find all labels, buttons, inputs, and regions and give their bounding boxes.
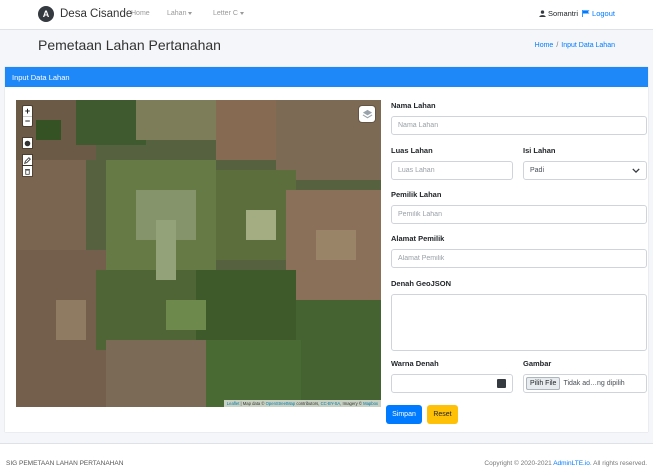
nav-link-home[interactable]: Home <box>131 10 150 17</box>
draw-marker-button[interactable] <box>23 138 32 148</box>
nav-link-lahan-label: Lahan <box>167 10 187 17</box>
map-attribution: Leaflet | Map data © OpenStreetMap contr… <box>223 400 381 407</box>
user-icon <box>539 10 546 17</box>
nama-lahan-label: Nama Lahan <box>391 101 436 110</box>
flag-icon <box>582 10 590 17</box>
edit-layers-button[interactable] <box>23 155 32 165</box>
layers-control[interactable] <box>359 106 375 122</box>
attribution-text: contributors, <box>295 401 321 406</box>
zoom-control: + − <box>23 106 32 126</box>
breadcrumb-active: Input Data Lahan <box>561 42 615 49</box>
nav-link-letter-c[interactable]: Letter C <box>213 10 244 17</box>
attribution-text: | Map data © <box>239 401 266 406</box>
leaflet-link[interactable]: Leaflet <box>227 401 240 406</box>
attribution-text: , Imagery © <box>340 401 364 406</box>
chevron-down-icon <box>239 11 244 15</box>
footer-copyright: Copyright © 2020-2021 AdminLTE.io. All r… <box>484 460 647 467</box>
simpan-button[interactable]: Simpan <box>386 405 422 424</box>
circle-marker-icon <box>24 140 31 146</box>
gambar-file-input[interactable]: Pilih File Tidak ad…ng dipilih <box>523 374 647 393</box>
copyright-suffix: . All rights reserved. <box>589 460 647 467</box>
copyright-prefix: Copyright © 2020-2021 <box>484 460 554 467</box>
luas-lahan-label: Luas Lahan <box>391 146 433 155</box>
denah-geojson-label: Denah GeoJSON <box>391 279 452 288</box>
top-navbar: A Desa Cisande Home Lahan Letter C Soman… <box>0 0 653 30</box>
isi-lahan-value: Padi <box>530 167 545 174</box>
reset-button[interactable]: Reset <box>427 405 458 424</box>
warna-denah-color-picker[interactable] <box>391 374 513 393</box>
card-header: Input Data Lahan <box>5 67 648 87</box>
input-card: Input Data Lahan + − Leaflet | Map data … <box>5 67 648 432</box>
choose-file-button[interactable]: Pilih File <box>526 377 561 390</box>
chevron-down-icon <box>632 168 640 173</box>
osm-link[interactable]: OpenStreetMap <box>266 401 296 406</box>
mapbox-link[interactable]: Mapbox <box>363 401 378 406</box>
pemilik-lahan-label: Pemilik Lahan <box>391 190 442 199</box>
brand-logo-icon: A <box>38 6 54 22</box>
license-link[interactable]: CC-BY-SA <box>321 401 341 406</box>
logout-label: Logout <box>592 9 615 18</box>
logout-link[interactable]: Logout <box>582 9 615 18</box>
brand-name: Desa Cisande <box>60 8 133 20</box>
layers-icon <box>362 109 372 118</box>
luas-lahan-input[interactable] <box>391 161 513 180</box>
alamat-pemilik-input[interactable] <box>391 249 647 268</box>
nav-link-letter-c-label: Letter C <box>213 10 238 17</box>
file-status: Tidak ad…ng dipilih <box>563 380 625 387</box>
breadcrumb-separator: / <box>556 42 559 49</box>
denah-geojson-textarea[interactable] <box>391 294 647 351</box>
page-title: Pemetaan Lahan Pertanahan <box>38 37 221 53</box>
nav-link-lahan[interactable]: Lahan <box>167 10 193 17</box>
user-name[interactable]: Somantri <box>548 9 578 18</box>
brand[interactable]: A Desa Cisande <box>38 6 132 22</box>
card-title: Input Data Lahan <box>12 72 70 82</box>
breadcrumb: Home / Input Data Lahan <box>535 42 615 49</box>
trash-icon <box>25 168 30 175</box>
footer: SIG PEMETAAN LAHAN PERTANAHAN Copyright … <box>0 443 653 472</box>
adminlte-link[interactable]: AdminLTE.io <box>553 460 590 467</box>
edit-icon <box>24 156 31 164</box>
breadcrumb-home[interactable]: Home <box>535 42 554 49</box>
user-area: Somantri Logout <box>539 9 615 18</box>
warna-denah-label: Warna Denah <box>391 359 439 368</box>
chevron-down-icon <box>188 11 193 15</box>
nama-lahan-input[interactable] <box>391 116 647 135</box>
color-swatch[interactable] <box>497 379 506 388</box>
pemilik-lahan-input[interactable] <box>391 205 647 224</box>
delete-layers-button[interactable] <box>23 166 32 176</box>
alamat-pemilik-label: Alamat Pemilik <box>391 234 445 243</box>
map-view[interactable]: + − Leaflet | Map data © OpenStreetMap c… <box>16 100 381 407</box>
content-header: Pemetaan Lahan Pertanahan Home / Input Dat… <box>0 30 653 62</box>
satellite-imagery <box>16 100 381 407</box>
zoom-out-button[interactable]: − <box>23 116 32 126</box>
footer-app-name: SIG PEMETAAN LAHAN PERTANAHAN <box>6 460 124 467</box>
isi-lahan-select[interactable]: Padi <box>523 161 647 180</box>
gambar-label: Gambar <box>523 359 552 368</box>
isi-lahan-label: Isi Lahan <box>523 146 556 155</box>
zoom-in-button[interactable]: + <box>23 106 32 116</box>
